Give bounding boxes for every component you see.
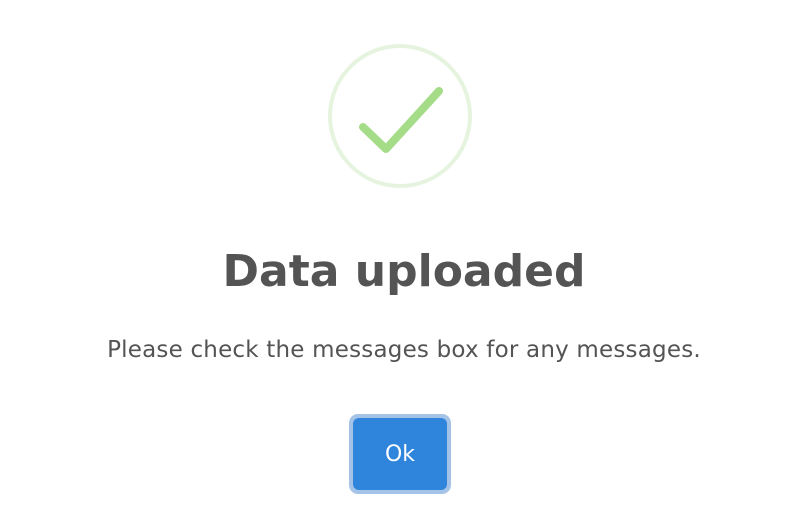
upload-success-dialog: Data uploaded Please check the messages … — [0, 0, 808, 511]
success-check-icon — [327, 43, 473, 189]
dialog-message: Please check the messages box for any me… — [107, 337, 701, 363]
dialog-title: Data uploaded — [222, 246, 586, 297]
ok-button[interactable]: Ok — [353, 418, 447, 490]
ok-button-focus-ring: Ok — [349, 414, 451, 494]
